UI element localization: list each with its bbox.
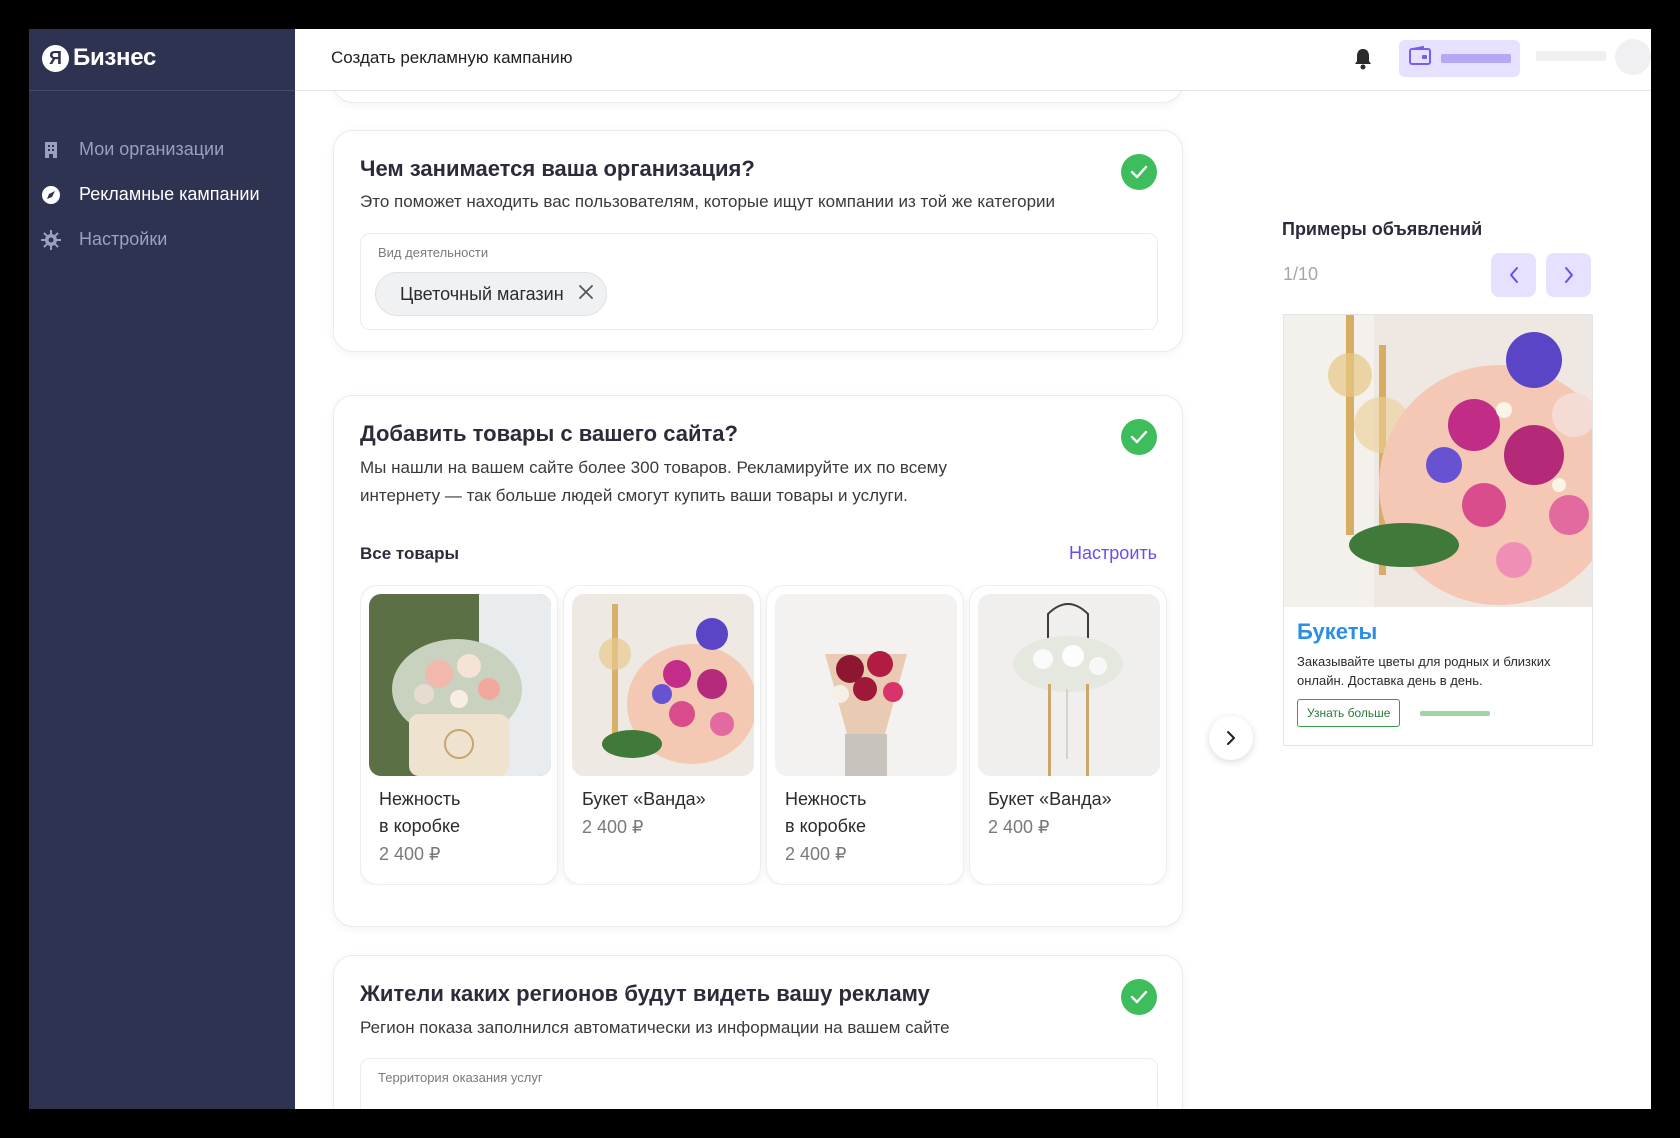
card-title: Жители каких регионов будут видеть вашу … [360,981,930,1006]
card-description: Регион показа заполнился автоматически и… [360,1018,950,1037]
product-price: 2 400 ₽ [988,817,1050,837]
product-price: 2 400 ₽ [582,817,644,837]
user-name-placeholder [1536,51,1606,61]
next-example-button[interactable] [1546,253,1591,297]
product-price: 2 400 ₽ [785,844,847,864]
check-icon [1121,419,1157,455]
product-card[interactable]: Букет «Ванда» 2 400 ₽ [563,585,761,885]
prev-example-button[interactable] [1491,253,1536,297]
ad-text: Заказывайте цветы для родных и близких о… [1297,654,1551,688]
field-label: Территория оказания услуг [378,1070,543,1085]
logo[interactable]: Я Бизнес [42,43,156,73]
rocket-icon [41,185,61,205]
activity-card: Чем занимается ваша организация? Это пом… [333,130,1183,352]
previous-card [333,91,1183,103]
product-card[interactable]: Букет «Ванда» 2 400 ₽ [969,585,1167,885]
examples-title: Примеры объявлений [1282,219,1483,239]
bell-icon[interactable] [1349,45,1377,73]
carousel-next-button[interactable] [1209,716,1253,760]
configure-link[interactable]: Настроить [1069,543,1157,564]
wallet-button[interactable] [1399,40,1520,77]
product-image [572,594,754,776]
product-card[interactable]: Нежность в коробке 2 400 ₽ [766,585,964,885]
sidebar-divider [29,90,295,91]
sidebar-item-label: Мои организации [79,139,225,159]
product-name: Нежность в коробке [379,789,461,836]
product-card[interactable]: Нежность в коробке 2 400 ₽ [360,585,558,885]
product-price: 2 400 ₽ [379,844,441,864]
field-label: Вид деятельности [378,245,489,260]
sidebar-nav: Мои организации Рекламные кампании Настр… [29,127,295,262]
examples-counter: 1/10 [1283,264,1319,284]
ad-title: Букеты [1297,619,1378,644]
chip-label: Цветочный магазин [400,283,564,304]
sidebar-item-label: Настройки [79,229,168,249]
section-title: Все товары [360,544,459,563]
learn-more-button[interactable]: Узнать больше [1297,699,1401,727]
product-image [369,594,551,776]
region-card: Жители каких регионов будут видеть вашу … [333,955,1183,1109]
chevron-left-icon [1509,267,1518,283]
page-title: Создать рекламную кампанию [331,48,573,67]
wallet-balance-placeholder [1441,54,1511,63]
main-content: Чем занимается ваша организация? Это пом… [295,91,1395,1109]
close-icon[interactable] [578,284,594,305]
activity-chip[interactable]: Цветочный магазин [375,272,607,316]
check-icon [1121,154,1157,190]
product-name: Букет «Ванда» [988,789,1112,809]
products-card: Добавить товары с вашего сайта? Мы нашли… [333,395,1183,927]
logo-text: Бизнес [73,44,157,71]
sidebar-item-settings[interactable]: Настройки [29,217,295,262]
chevron-right-icon [1227,731,1235,745]
ad-image [1284,315,1592,607]
sidebar-item-campaigns[interactable]: Рекламные кампании [29,172,295,217]
avatar[interactable] [1615,39,1651,75]
check-icon [1121,979,1157,1015]
card-description: Это поможет находить вас пользователям, … [360,192,1056,211]
sidebar-item-label: Рекламные кампании [79,184,260,204]
sidebar: Я Бизнес Мои организации Рекламные кампа… [29,29,295,1109]
product-name: Букет «Ванда» [582,789,706,809]
card-description: Мы нашли на вашем сайте более 300 товаро… [360,458,948,505]
product-image [775,594,957,776]
card-title: Добавить товары с вашего сайта? [360,421,738,446]
sidebar-item-organizations[interactable]: Мои организации [29,127,295,172]
product-name: Нежность в коробке [785,789,867,836]
logo-mark: Я [42,44,69,72]
building-icon [41,140,61,160]
wallet-icon [1409,45,1431,71]
top-header: Создать рекламную кампанию [295,29,1651,91]
card-title: Чем занимается ваша организация? [360,156,755,181]
ad-bar-placeholder [1420,711,1490,716]
ad-preview-card: Букеты Заказывайте цветы для родных и бл… [1283,314,1593,746]
activity-type-field[interactable]: Вид деятельности Цветочный магазин [360,233,1158,330]
products-carousel: Нежность в коробке 2 400 ₽ Букет «Ванда»… [360,585,1184,885]
service-area-field[interactable]: Территория оказания услуг [360,1058,1158,1109]
app-window: Я Бизнес Мои организации Рекламные кампа… [29,29,1651,1109]
gear-icon [41,229,61,250]
chevron-right-icon [1564,267,1573,283]
product-image [978,594,1160,776]
